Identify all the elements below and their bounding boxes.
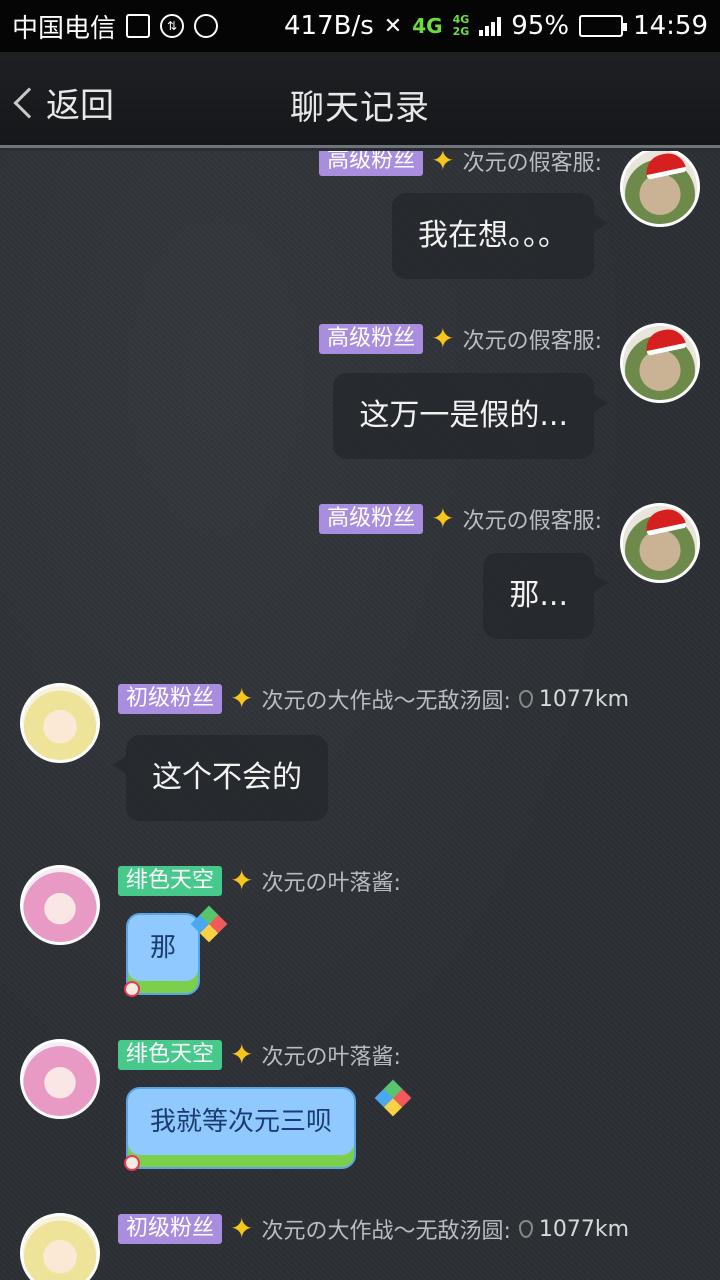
fan-level-badge: 初级粉丝 xyxy=(118,1214,223,1244)
fan-level-badge: 初级粉丝 xyxy=(118,684,223,714)
message-meta: 高级粉丝 ✦ 次元の假客服: xyxy=(319,151,602,177)
message-bubble[interactable]: 我在想。。。 xyxy=(392,193,608,279)
sender-name: 次元の大作战～无敌汤圆: xyxy=(261,689,511,714)
star-icon: ✦ xyxy=(431,151,455,177)
avatar[interactable] xyxy=(20,865,100,945)
sender-name: 次元の假客服: xyxy=(462,329,602,354)
rocket-icon xyxy=(124,981,140,997)
carrier-name: 中国电信 xyxy=(12,13,117,44)
battery-percent: 95% xyxy=(511,11,570,41)
mute-icon: ✕ xyxy=(383,13,403,39)
message-meta: 初级粉丝 ✦ 次元の大作战～无敌汤圆: 1077km xyxy=(118,683,629,715)
header: 返回 聊天记录 xyxy=(0,52,720,148)
avatar[interactable] xyxy=(20,1213,100,1280)
avatar[interactable] xyxy=(620,503,700,583)
star-icon: ✦ xyxy=(230,864,254,897)
star-icon: ✦ xyxy=(230,1038,254,1071)
rocket-icon xyxy=(124,1155,140,1171)
gallery-icon xyxy=(126,14,151,38)
network-4g: 4G xyxy=(412,14,443,38)
sync-icon: ⇅ xyxy=(160,14,185,38)
fan-level-badge: 绯色天空 xyxy=(118,866,223,896)
location-pin-icon xyxy=(518,1220,533,1238)
santa-hat-icon xyxy=(643,506,687,536)
message-meta: 绯色天空 ✦ 次元の叶落酱: xyxy=(118,865,401,897)
chat-list[interactable]: 高级粉丝 ✦ 次元の假客服: 我在想。。。 高级粉丝 ✦ 次元の假客服: 这万一… xyxy=(0,151,720,1280)
signal-icon xyxy=(479,16,502,36)
fan-level-badge: 绯色天空 xyxy=(118,1040,223,1070)
star-icon: ✦ xyxy=(431,502,455,535)
avatar[interactable] xyxy=(20,683,100,763)
status-right: 417B/s ✕ 4G 4G 2G 95% 14:59 xyxy=(284,11,708,41)
avatar[interactable] xyxy=(620,151,700,227)
clock: 14:59 xyxy=(633,11,708,41)
network-type-icon: 4G 2G xyxy=(453,14,470,38)
status-left: 中国电信 ⇅ xyxy=(12,8,219,45)
star-icon: ✦ xyxy=(230,1212,254,1245)
distance: 1077km xyxy=(518,686,630,712)
location-pin-icon xyxy=(518,690,533,708)
fan-level-badge: 高级粉丝 xyxy=(319,151,424,176)
network-2g-small: 2G xyxy=(452,25,470,38)
sender-name: 次元の大作战～无敌汤圆: xyxy=(261,1219,511,1244)
distance: 1077km xyxy=(518,1216,630,1242)
sender-name: 次元の假客服: xyxy=(462,151,602,176)
distance-value: 1077km xyxy=(538,686,630,712)
message-meta: 绯色天空 ✦ 次元の叶落酱: xyxy=(118,1039,401,1071)
message-bubble[interactable]: 这万一是假的... xyxy=(333,373,608,459)
santa-hat-icon xyxy=(643,151,687,180)
battery-icon xyxy=(579,15,628,37)
stopwatch-icon xyxy=(194,14,219,38)
star-icon: ✦ xyxy=(431,322,455,355)
message-bubble[interactable]: 这个不会的 xyxy=(112,735,328,821)
fan-level-badge: 高级粉丝 xyxy=(319,504,424,534)
network-speed: 417B/s xyxy=(284,11,374,41)
status-bar: 中国电信 ⇅ 417B/s ✕ 4G 4G 2G 95% 14:59 xyxy=(0,0,720,52)
sender-name: 次元の叶落酱: xyxy=(261,871,401,896)
avatar[interactable] xyxy=(20,1039,100,1119)
fan-level-badge: 高级粉丝 xyxy=(319,324,424,354)
santa-hat-icon xyxy=(643,326,687,356)
sender-name: 次元の假客服: xyxy=(462,509,602,534)
message-meta: 初级粉丝 ✦ 次元の大作战～无敌汤圆: 1077km xyxy=(118,1213,629,1245)
star-icon: ✦ xyxy=(230,682,254,715)
avatar[interactable] xyxy=(620,323,700,403)
kite-icon xyxy=(374,1079,412,1117)
message-bubble[interactable]: 那... xyxy=(483,553,608,639)
sender-name: 次元の叶落酱: xyxy=(261,1045,401,1070)
message-meta: 高级粉丝 ✦ 次元の假客服: xyxy=(319,323,602,355)
message-meta: 高级粉丝 ✦ 次元の假客服: xyxy=(319,503,602,535)
page-title: 聊天记录 xyxy=(290,88,430,128)
distance-value: 1077km xyxy=(538,1216,630,1242)
message-bubble[interactable]: 我就等次元三呗 xyxy=(126,1087,357,1169)
